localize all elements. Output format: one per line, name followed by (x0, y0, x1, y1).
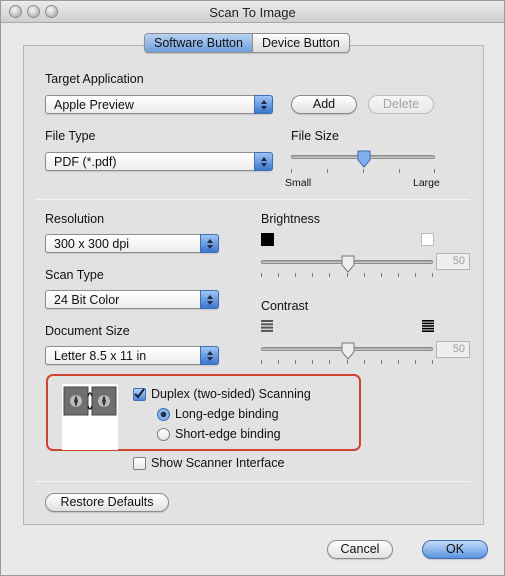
duplex-label: Duplex (two-sided) Scanning (151, 387, 311, 401)
long-edge-binding-label: Long-edge binding (175, 407, 279, 421)
scan-type-popup[interactable]: 24 Bit Color (45, 290, 219, 309)
section-divider (35, 481, 470, 482)
target-application-label: Target Application (45, 72, 144, 86)
brightness-ticks (261, 273, 433, 277)
tab-device-button[interactable]: Device Button (251, 34, 349, 52)
contrast-ticks (261, 360, 433, 364)
settings-panel (23, 45, 484, 525)
popup-arrows-icon (200, 234, 219, 253)
cancel-button[interactable]: Cancel (327, 540, 393, 559)
target-application-value: Apple Preview (54, 98, 134, 112)
delete-button[interactable]: Delete (368, 95, 434, 114)
file-size-max-label: Large (413, 177, 440, 189)
tab-software-button[interactable]: Software Button (145, 34, 252, 52)
file-type-popup[interactable]: PDF (*.pdf) (45, 152, 273, 171)
contrast-value-field[interactable]: 50 (436, 341, 470, 358)
show-scanner-interface-checkbox[interactable] (133, 457, 146, 470)
popup-arrows-icon (200, 290, 219, 309)
file-size-ticks (291, 169, 435, 173)
file-size-label: File Size (291, 129, 339, 143)
resolution-popup[interactable]: 300 x 300 dpi (45, 234, 219, 253)
long-edge-binding-radio[interactable] (157, 408, 170, 421)
title-bar[interactable]: Scan To Image (1, 1, 504, 23)
file-type-value: PDF (*.pdf) (54, 155, 117, 169)
file-size-min-label: Small (285, 177, 312, 189)
high-contrast-icon (422, 320, 434, 332)
file-type-label: File Type (45, 129, 96, 143)
contrast-slider-thumb[interactable] (340, 342, 356, 360)
light-swatch-icon (421, 233, 434, 246)
document-size-popup[interactable]: Letter 8.5 x 11 in (45, 346, 219, 365)
target-application-popup[interactable]: Apple Preview (45, 95, 273, 114)
show-scanner-interface-label: Show Scanner Interface (151, 456, 285, 470)
checkmark-icon (134, 388, 145, 399)
contrast-label: Contrast (261, 299, 309, 313)
short-edge-binding-label: Short-edge binding (175, 427, 281, 441)
brightness-label: Brightness (261, 212, 321, 226)
brightness-value-field[interactable]: 50 (436, 253, 470, 270)
low-contrast-icon (261, 320, 273, 332)
section-divider (35, 199, 470, 200)
resolution-value: 300 x 300 dpi (54, 237, 130, 251)
add-button[interactable]: Add (291, 95, 357, 114)
short-edge-binding-radio[interactable] (157, 428, 170, 441)
resolution-label: Resolution (45, 212, 105, 226)
popup-arrows-icon (254, 95, 273, 114)
scan-type-value: 24 Bit Color (54, 293, 120, 307)
duplex-checkbox[interactable] (133, 388, 146, 401)
tab-bar: Software Button Device Button (144, 33, 350, 53)
document-size-value: Letter 8.5 x 11 in (54, 349, 147, 363)
ok-button[interactable]: OK (422, 540, 488, 559)
brightness-slider-thumb[interactable] (340, 255, 356, 273)
scan-to-image-window: Scan To Image Software Button Device But… (0, 0, 505, 576)
window-title: Scan To Image (209, 5, 296, 20)
document-size-label: Document Size (45, 324, 130, 338)
popup-arrows-icon (254, 152, 273, 171)
duplex-pages-icon (62, 384, 118, 450)
restore-defaults-button[interactable]: Restore Defaults (45, 493, 169, 512)
dark-swatch-icon (261, 233, 274, 246)
popup-arrows-icon (200, 346, 219, 365)
scan-type-label: Scan Type (45, 268, 104, 282)
file-size-slider-thumb[interactable] (356, 150, 372, 168)
